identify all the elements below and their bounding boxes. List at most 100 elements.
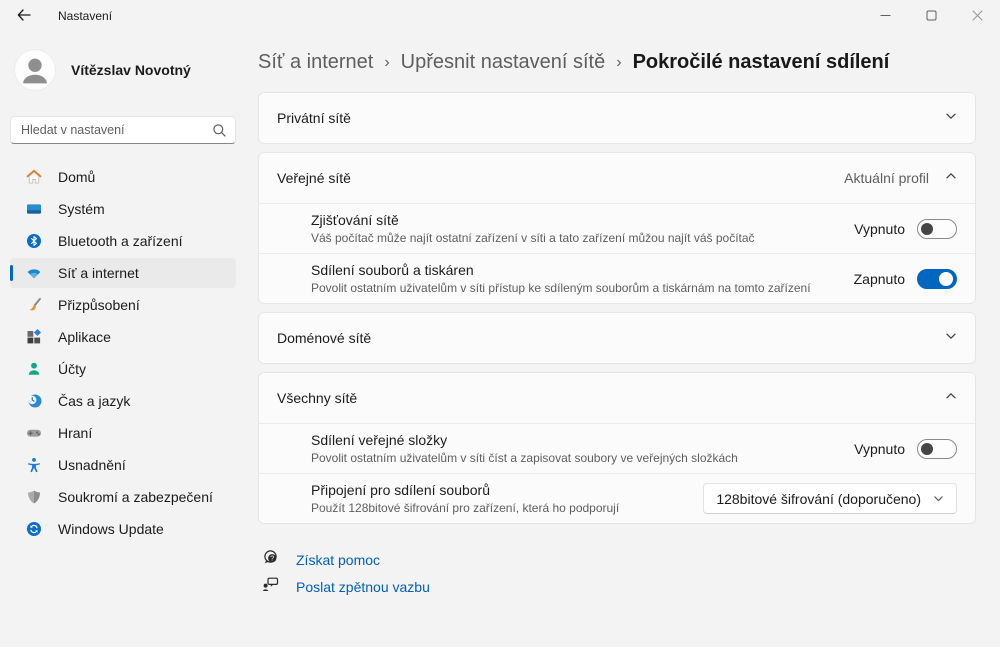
chevron-up-icon bbox=[945, 169, 957, 187]
card-title: Privátní sítě bbox=[277, 110, 351, 126]
sidebar-item-accounts[interactable]: Účty bbox=[10, 354, 236, 384]
avatar bbox=[14, 49, 56, 91]
svg-text:?: ? bbox=[270, 555, 274, 562]
sidebar-item-time-language[interactable]: Čas a jazyk bbox=[10, 386, 236, 416]
chevron-down-icon bbox=[945, 109, 957, 127]
footer-links: ? Získat pomoc Poslat zpětnou vazbu bbox=[258, 546, 976, 600]
expander-private-networks[interactable]: Privátní sítě bbox=[259, 93, 975, 143]
current-profile-badge: Aktuální profil bbox=[844, 170, 929, 186]
get-help-icon: ? bbox=[262, 549, 279, 571]
encryption-dropdown[interactable]: 128bitové šifrování (doporučeno) bbox=[703, 483, 957, 514]
breadcrumb-separator: › bbox=[616, 52, 621, 72]
toggle-state-label: Vypnuto bbox=[854, 441, 905, 457]
setting-description: Povolit ostatním uživatelům v síti číst … bbox=[311, 451, 738, 465]
accessibility-icon bbox=[25, 457, 42, 474]
bluetooth-icon bbox=[25, 233, 42, 250]
card-title: Všechny sítě bbox=[277, 390, 357, 406]
toggle-state-label: Zapnuto bbox=[854, 271, 905, 287]
setting-public-folder-sharing: Sdílení veřejné složky Povolit ostatním … bbox=[259, 423, 975, 473]
dropdown-value: 128bitové šifrování (doporučeno) bbox=[716, 491, 921, 507]
search-box bbox=[10, 116, 236, 144]
system-icon bbox=[25, 201, 42, 218]
home-icon bbox=[25, 169, 42, 186]
clock-language-icon bbox=[25, 393, 42, 410]
sidebar-item-label: Hraní bbox=[58, 425, 92, 441]
search-icon[interactable] bbox=[212, 123, 227, 138]
sidebar-item-label: Čas a jazyk bbox=[58, 393, 130, 409]
sidebar-item-label: Bluetooth a zařízení bbox=[58, 233, 183, 249]
sidebar-item-bluetooth-devices[interactable]: Bluetooth a zařízení bbox=[10, 226, 236, 256]
sidebar-item-label: Soukromí a zabezpečení bbox=[58, 489, 213, 505]
back-button[interactable] bbox=[4, 0, 44, 32]
setting-file-sharing-connections: Připojení pro sdílení souborů Použít 128… bbox=[259, 473, 975, 523]
sidebar-item-label: Síť a internet bbox=[58, 265, 139, 281]
public-folder-sharing-toggle[interactable] bbox=[917, 439, 957, 459]
shield-icon bbox=[25, 489, 42, 506]
maximize-button[interactable] bbox=[908, 0, 954, 32]
sidebar-item-personalization[interactable]: Přizpůsobení bbox=[10, 290, 236, 320]
chevron-down-icon bbox=[933, 491, 944, 507]
card-title: Doménové sítě bbox=[277, 330, 371, 346]
back-arrow-icon bbox=[17, 9, 31, 24]
sidebar-item-label: Aplikace bbox=[58, 329, 111, 345]
get-help-link[interactable]: ? Získat pomoc bbox=[262, 546, 380, 573]
card-domain-networks: Doménové sítě bbox=[258, 312, 976, 364]
send-feedback-link[interactable]: Poslat zpětnou vazbu bbox=[262, 573, 430, 600]
sidebar-item-home[interactable]: Domů bbox=[10, 162, 236, 192]
user-name: Vítězslav Novotný bbox=[71, 62, 191, 78]
close-icon bbox=[972, 9, 983, 24]
chevron-up-icon bbox=[945, 389, 957, 407]
sidebar-item-label: Domů bbox=[58, 169, 95, 185]
main-content: Síť a internet › Upřesnit nastavení sítě… bbox=[250, 32, 1000, 647]
gamepad-icon bbox=[25, 425, 42, 442]
toggle-knob bbox=[921, 443, 933, 455]
sidebar-item-accessibility[interactable]: Usnadnění bbox=[10, 450, 236, 480]
sidebar-item-windows-update[interactable]: Windows Update bbox=[10, 514, 236, 544]
search-input[interactable] bbox=[21, 123, 212, 137]
network-discovery-toggle[interactable] bbox=[917, 219, 957, 239]
user-profile[interactable]: Vítězslav Novotný bbox=[10, 44, 236, 96]
setting-network-discovery: Zjišťování sítě Váš počítač může najít o… bbox=[259, 203, 975, 253]
expander-public-networks[interactable]: Veřejné sítě Aktuální profil bbox=[259, 153, 975, 203]
sidebar-item-label: Účty bbox=[58, 361, 86, 377]
sidebar-item-gaming[interactable]: Hraní bbox=[10, 418, 236, 448]
maximize-icon bbox=[926, 9, 937, 24]
sidebar-item-privacy-security[interactable]: Soukromí a zabezpečení bbox=[10, 482, 236, 512]
chevron-down-icon bbox=[945, 329, 957, 347]
sidebar-item-label: Windows Update bbox=[58, 521, 164, 537]
minimize-button[interactable] bbox=[862, 0, 908, 32]
expander-all-networks[interactable]: Všechny sítě bbox=[259, 373, 975, 423]
file-printer-sharing-toggle[interactable] bbox=[917, 269, 957, 289]
close-button[interactable] bbox=[954, 0, 1000, 32]
sidebar-item-apps[interactable]: Aplikace bbox=[10, 322, 236, 352]
sidebar-item-network-internet[interactable]: Síť a internet bbox=[10, 258, 236, 288]
setting-description: Povolit ostatním uživatelům v síti příst… bbox=[311, 281, 811, 295]
breadcrumb: Síť a internet › Upřesnit nastavení sítě… bbox=[258, 48, 976, 76]
titlebar: Nastavení bbox=[0, 0, 1000, 32]
sidebar-item-label: Systém bbox=[58, 201, 105, 217]
sidebar-item-label: Přizpůsobení bbox=[58, 297, 140, 313]
minimize-icon bbox=[880, 9, 891, 24]
card-public-networks: Veřejné sítě Aktuální profil Zjišťování … bbox=[258, 152, 976, 304]
card-title: Veřejné sítě bbox=[277, 170, 351, 186]
setting-description: Použít 128bitové šifrování pro zařízení,… bbox=[311, 501, 619, 515]
breadcrumb-separator: › bbox=[384, 52, 389, 72]
send-feedback-label: Poslat zpětnou vazbu bbox=[296, 579, 430, 595]
toggle-knob bbox=[921, 223, 933, 235]
sidebar-item-system[interactable]: Systém bbox=[10, 194, 236, 224]
page-title: Pokročilé nastavení sdílení bbox=[633, 51, 890, 74]
card-private-networks: Privátní sítě bbox=[258, 92, 976, 144]
person-icon bbox=[25, 361, 42, 378]
expander-domain-networks[interactable]: Doménové sítě bbox=[259, 313, 975, 363]
brush-icon bbox=[25, 297, 42, 314]
breadcrumb-network-internet[interactable]: Síť a internet bbox=[258, 51, 373, 74]
sidebar: Vítězslav Novotný Domů bbox=[0, 32, 250, 647]
window-controls bbox=[862, 0, 1000, 32]
feedback-icon bbox=[262, 576, 279, 598]
wifi-icon bbox=[25, 265, 42, 282]
settings-window: Nastavení Vítězslav Novotný bbox=[0, 0, 1000, 647]
setting-title: Zjišťování sítě bbox=[311, 212, 755, 228]
toggle-knob bbox=[939, 272, 953, 286]
toggle-state-label: Vypnuto bbox=[854, 221, 905, 237]
breadcrumb-advanced-network-settings[interactable]: Upřesnit nastavení sítě bbox=[401, 51, 606, 74]
